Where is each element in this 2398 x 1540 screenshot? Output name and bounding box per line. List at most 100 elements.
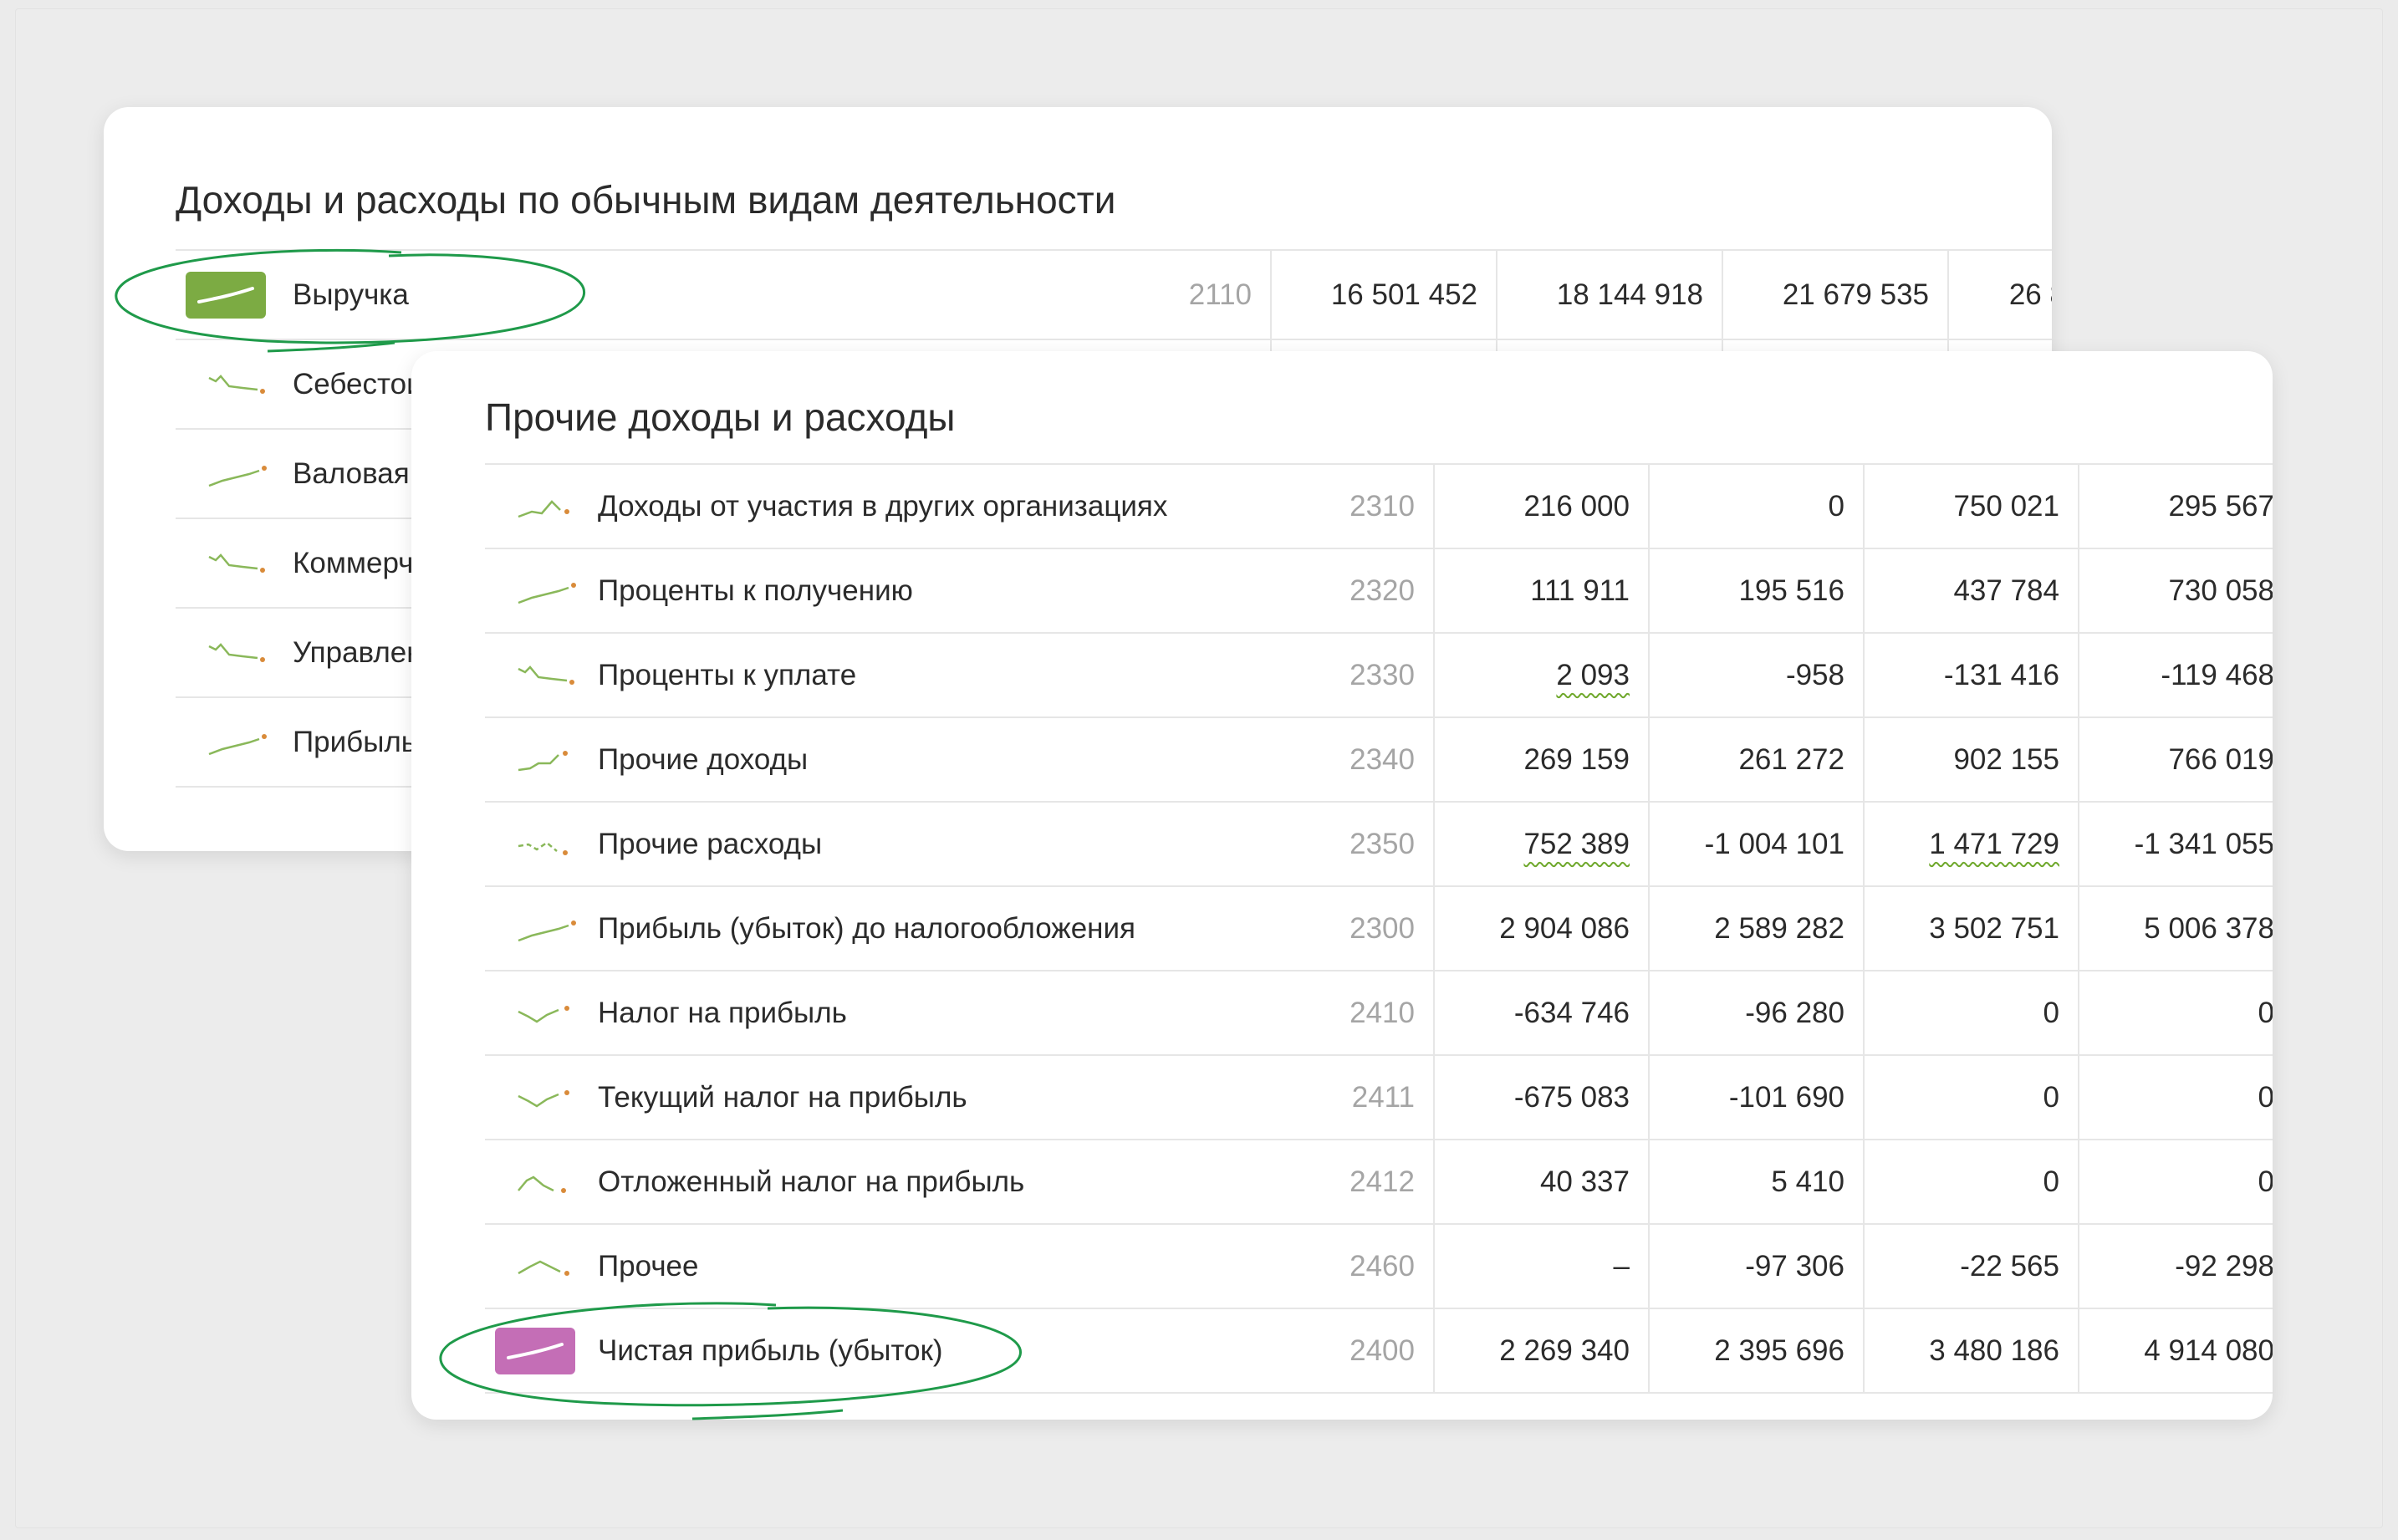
value-text: 5 410 xyxy=(1771,1165,1844,1198)
value-cell: 0 xyxy=(1863,970,2079,1055)
sparkline-cell xyxy=(176,696,293,788)
sparkline-cell xyxy=(176,428,293,518)
value-text: -675 083 xyxy=(1513,1080,1630,1114)
value-text: 40 337 xyxy=(1539,1165,1630,1198)
sparkline-cell xyxy=(485,632,598,717)
row-code: 2320 xyxy=(1258,548,1434,633)
value-text: 752 389 xyxy=(1523,827,1630,860)
value-text: 2 904 086 xyxy=(1499,911,1630,945)
row-code: 2310 xyxy=(1258,463,1434,548)
row-code: 2110 xyxy=(962,249,1271,339)
value-cell: 295 567 xyxy=(2078,463,2273,548)
value-cell: 5 006 378 xyxy=(2078,885,2273,971)
table-row[interactable]: Налог на прибыль 2410 -634 746 -96 280 0 0 xyxy=(485,970,2273,1055)
value-text: 3 480 186 xyxy=(1929,1333,2059,1367)
sparkline-cell xyxy=(485,1308,598,1394)
value-cell: 216 000 xyxy=(1433,463,1649,548)
sparkline-icon xyxy=(518,1175,566,1194)
sparkline-icon xyxy=(208,466,267,487)
value-text: 26 890 004 xyxy=(2008,278,2052,311)
table-row[interactable]: Проценты к получению 2320 111 911 195 516 43… xyxy=(485,548,2273,633)
row-label: Прочие расходы xyxy=(598,801,1258,886)
sparkline-cell xyxy=(176,249,293,339)
table-row[interactable]: Доходы от участия в других организациях 2… xyxy=(485,463,2273,548)
table-row[interactable]: Прочие доходы 2340 269 159 261 272 902 155 76… xyxy=(485,716,2273,802)
value-cell: 730 058 xyxy=(2078,548,2273,633)
other-income-expenses-panel: Прочие доходы и расходы Доходы от участи… xyxy=(411,351,2273,1420)
value-text: -22 565 xyxy=(1960,1249,2059,1282)
row-code: 2340 xyxy=(1258,716,1434,802)
panel-title: Прочие доходы и расходы xyxy=(485,395,956,439)
value-text: -1 004 101 xyxy=(1704,827,1844,860)
sparkline-cell xyxy=(176,607,293,697)
value-text: -92 298 xyxy=(2175,1249,2273,1282)
value-text: 2 093 xyxy=(1556,658,1630,691)
row-label: Доходы от участия в других организациях xyxy=(598,463,1258,548)
value-text: 2 589 282 xyxy=(1714,911,1844,945)
row-label: Прочие доходы xyxy=(598,716,1258,802)
table-row[interactable]: Текущий налог на прибыль 2411 -675 083 -101… xyxy=(485,1054,2273,1140)
sparkline-icon xyxy=(208,643,265,663)
sparkline-cell xyxy=(176,339,293,429)
value-cell: 16 501 452 xyxy=(1270,249,1497,339)
row-label: Отложенный налог на прибыль xyxy=(598,1139,1258,1224)
table-row[interactable]: Прибыль (убыток) до налогообложения 2300 2… xyxy=(485,885,2273,971)
value-text: 0 xyxy=(2258,1080,2273,1114)
value-text: -101 690 xyxy=(1728,1080,1844,1114)
sparkline-icon xyxy=(518,841,568,856)
value-cell: 40 337 xyxy=(1433,1139,1649,1224)
row-label: Проценты к уплате xyxy=(598,632,1258,717)
sparkline-icon xyxy=(518,583,576,604)
value-text: -634 746 xyxy=(1513,996,1630,1029)
row-label: Прибыль (убыток) до налогообложения xyxy=(598,885,1258,971)
table-row[interactable]: Проценты к уплате 2330 2 093 -958 -131 416 -1… xyxy=(485,632,2273,717)
value-cell: -675 083 xyxy=(1433,1054,1649,1140)
value-text: – xyxy=(1613,1249,1630,1282)
value-cell: -1 004 101 xyxy=(1648,801,1864,886)
sparkline-icon xyxy=(208,375,265,395)
value-cell: -634 746 xyxy=(1433,970,1649,1055)
table-row[interactable]: Прочие расходы 2350 752 389 -1 004 101 1 471… xyxy=(485,801,2273,886)
value-cell: 2 093 xyxy=(1433,632,1649,717)
value-text: -958 xyxy=(1785,658,1844,691)
row-label: Налог на прибыль xyxy=(598,970,1258,1055)
sparkline-icon xyxy=(518,920,576,942)
value-text: -131 416 xyxy=(1943,658,2059,691)
value-cell: 0 xyxy=(2078,1139,2273,1224)
value-cell: 750 021 xyxy=(1863,463,2079,548)
value-text: 0 xyxy=(2258,996,2273,1029)
value-text: 0 xyxy=(2043,1080,2059,1114)
value-text: 261 272 xyxy=(1738,742,1844,776)
value-cell: -92 298 xyxy=(2078,1223,2273,1308)
sparkline-box-icon xyxy=(186,271,266,319)
value-cell: 437 784 xyxy=(1863,548,2079,633)
value-text: 269 159 xyxy=(1523,742,1630,776)
table-row[interactable]: Выручка 2110 16 501 452 18 144 918 21 679 53… xyxy=(176,249,2052,339)
value-text: 0 xyxy=(2043,996,2059,1029)
value-cell: 752 389 xyxy=(1433,801,1649,886)
value-cell: 3 502 751 xyxy=(1863,885,2079,971)
value-cell: 1 471 729 xyxy=(1863,801,2079,886)
sparkline-icon xyxy=(208,734,267,756)
sparkline-cell xyxy=(485,548,598,633)
row-code: 2300 xyxy=(1258,885,1434,971)
sparkline-cell xyxy=(176,518,293,608)
value-cell: -22 565 xyxy=(1863,1223,2079,1308)
table-row[interactable]: Прочее 2460 – -97 306 -22 565 -92 298 xyxy=(485,1223,2273,1308)
table-row[interactable]: Отложенный налог на прибыль 2412 40 337 5 4… xyxy=(485,1139,2273,1224)
table-row[interactable]: Чистая прибыль (убыток) 2400 2 269 340 2 39… xyxy=(485,1308,2273,1394)
value-cell: 5 410 xyxy=(1648,1139,1864,1224)
value-text: 3 502 751 xyxy=(1929,911,2059,945)
value-cell: 26 890 004 xyxy=(1947,249,2052,339)
row-code: 2411 xyxy=(1258,1054,1434,1140)
value-cell: -119 468 xyxy=(2078,632,2273,717)
value-text: 0 xyxy=(1828,489,1844,523)
row-code: 2400 xyxy=(1258,1308,1434,1394)
row-label: Выручка xyxy=(293,249,962,339)
value-cell: 0 xyxy=(1648,463,1864,548)
value-cell: 0 xyxy=(2078,1054,2273,1140)
value-cell: 2 395 696 xyxy=(1648,1308,1864,1394)
value-text: 21 679 535 xyxy=(1782,278,1929,311)
value-cell: 18 144 918 xyxy=(1496,249,1722,339)
row-code: 2350 xyxy=(1258,801,1434,886)
